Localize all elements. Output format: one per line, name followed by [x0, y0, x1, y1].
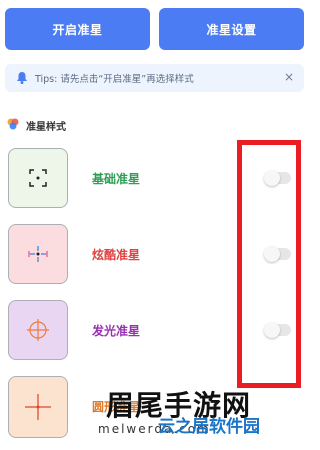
start-crosshair-button[interactable]: 开启准星: [5, 8, 150, 50]
cool-crosshair-preview[interactable]: [8, 224, 68, 284]
close-icon[interactable]: ×: [284, 70, 294, 84]
tip-banner: Tips: 请先点击“开启准星”再选择样式 ×: [5, 64, 304, 92]
highlight-box: [237, 140, 301, 388]
glow-crosshair-icon: [27, 319, 49, 341]
cool-crosshair-label: 炫酷准星: [92, 248, 141, 262]
round-crosshair-preview[interactable]: [8, 376, 68, 438]
basic-crosshair-label: 基础准星: [92, 172, 141, 186]
round-crosshair-icon: [25, 394, 51, 420]
section-title: 准星样式: [26, 122, 66, 133]
cool-crosshair-icon: [28, 246, 48, 262]
start-crosshair-label: 开启准星: [52, 22, 103, 37]
section-header: 准星样式: [6, 116, 66, 135]
tip-text: Tips: 请先点击“开启准星”再选择样式: [35, 74, 194, 85]
basic-crosshair-preview[interactable]: [8, 148, 68, 208]
basic-crosshair-icon: [29, 169, 47, 187]
bell-icon: [15, 71, 29, 85]
crosshair-settings-label: 准星设置: [206, 22, 257, 37]
watermark: 眉尾手游网 melwerda.com 云之居软件园: [98, 384, 308, 444]
crosshair-settings-button[interactable]: 准星设置: [159, 8, 304, 50]
palette-icon: [6, 116, 20, 135]
glow-crosshair-preview[interactable]: [8, 300, 68, 360]
watermark-secondary: 云之居软件园: [158, 417, 260, 437]
glow-crosshair-label: 发光准星: [92, 324, 141, 338]
